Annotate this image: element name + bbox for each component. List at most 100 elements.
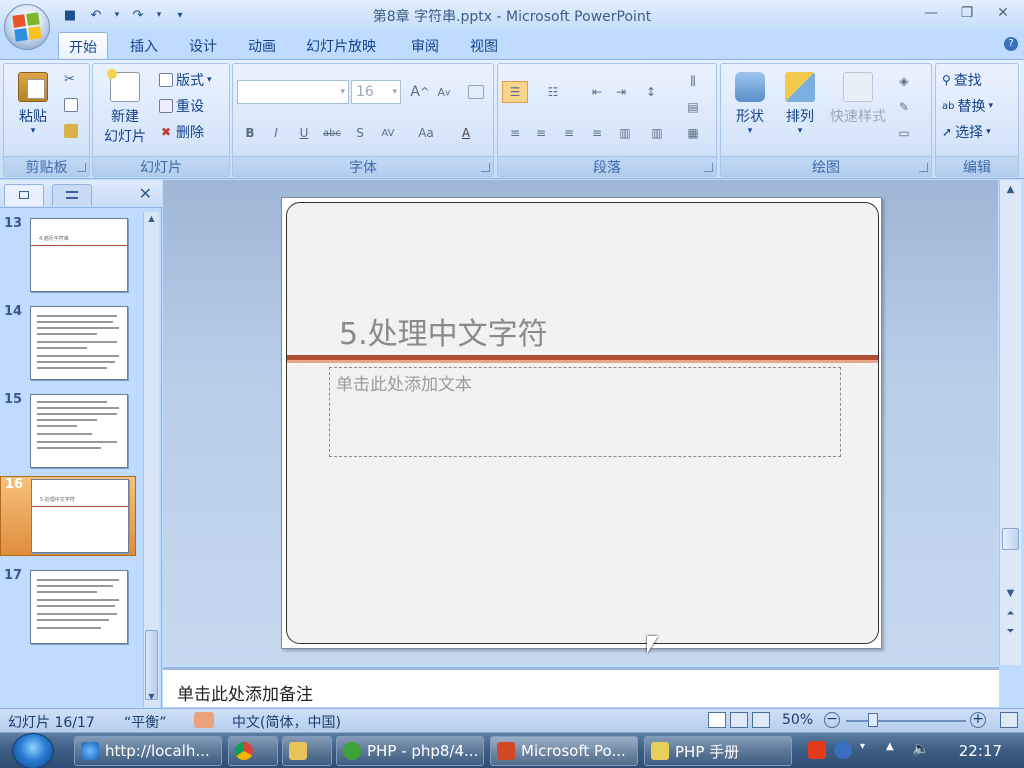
previous-slide-icon[interactable]: ⏶ [1002, 608, 1019, 624]
close-pane-icon[interactable]: ✕ [139, 184, 152, 203]
taskbar-item-php[interactable]: PHP - php8/4... [336, 736, 484, 766]
body-placeholder[interactable]: 单击此处添加文本 [329, 367, 841, 457]
align-text-button[interactable]: ▤ [682, 96, 704, 118]
paragraph-launcher-icon[interactable] [704, 163, 713, 172]
outline-tab[interactable] [52, 184, 92, 206]
paste-button[interactable]: 粘贴 ▾ [10, 72, 56, 136]
zoom-level[interactable]: 50% [782, 712, 813, 728]
find-button[interactable]: ⚲ 查找 [942, 70, 982, 90]
shadow-button[interactable]: S [349, 122, 371, 144]
notes-pane[interactable]: 单击此处添加备注 [163, 667, 999, 707]
zoom-slider-thumb[interactable] [868, 713, 878, 727]
align-left-button[interactable]: ≡ [504, 122, 526, 144]
volume-icon[interactable]: 🔈 [912, 741, 930, 759]
tab-animation[interactable]: 动画 [238, 32, 286, 60]
restore-button[interactable]: ❐ [952, 2, 982, 24]
slide-canvas[interactable]: 5.处理中文字符 单击此处添加文本 [281, 197, 882, 649]
decrease-indent-button[interactable]: ⇤ [586, 81, 608, 103]
text-direction-button[interactable]: ⫼ [682, 70, 704, 92]
align-right-button[interactable]: ≡ [558, 122, 580, 144]
shapes-button[interactable]: 形状 ▾ [727, 72, 773, 136]
tab-view[interactable]: 视图 [460, 32, 508, 60]
slide-thumbnail-16[interactable]: 16 5.处理中文字符 [0, 476, 136, 556]
shrink-font-button[interactable]: Av [433, 81, 455, 103]
select-button[interactable]: ➚ 选择 ▾ [942, 122, 991, 142]
slide-thumbnail-13[interactable]: 13 4.遍历字符串 [0, 216, 136, 300]
slideshow-view-icon[interactable] [752, 712, 770, 728]
clipboard-launcher-icon[interactable] [77, 163, 86, 172]
close-button[interactable]: ✕ [988, 2, 1018, 24]
font-launcher-icon[interactable] [481, 163, 490, 172]
next-slide-icon[interactable]: ⏷ [1002, 626, 1019, 642]
scroll-thumb[interactable] [1002, 528, 1019, 550]
slide-title[interactable]: 5.处理中文字符 [339, 309, 548, 353]
tab-home[interactable]: 开始 [58, 32, 108, 60]
strikethrough-button[interactable]: abc [321, 122, 343, 144]
thumbnail-scrollbar[interactable]: ▲ ▼ [143, 212, 159, 707]
taskbar-item-chrome[interactable] [228, 736, 278, 766]
distribute-button[interactable]: ▥ [614, 122, 636, 144]
tab-insert[interactable]: 插入 [120, 32, 168, 60]
taskbar-item-php-manual[interactable]: PHP 手册 [644, 736, 792, 766]
font-color-button[interactable]: A [455, 122, 477, 144]
drawing-launcher-icon[interactable] [919, 163, 928, 172]
help-tray-icon[interactable] [834, 741, 852, 759]
spellcheck-icon[interactable] [194, 712, 214, 728]
slide-thumbnail-14[interactable]: 14 [0, 304, 136, 388]
minimize-button[interactable]: — [916, 2, 946, 24]
tray-options-icon[interactable]: ▾ [860, 741, 870, 759]
clock[interactable]: 22:17 [959, 742, 1002, 760]
normal-view-icon[interactable] [708, 712, 726, 728]
font-size-combo[interactable]: 16 ▾ [351, 80, 401, 104]
taskbar-item-ie[interactable]: http://localh... [74, 736, 222, 766]
tab-design[interactable]: 设计 [179, 32, 227, 60]
clear-format-button[interactable] [465, 81, 487, 103]
new-slide-button[interactable]: 新建 幻灯片 [97, 69, 153, 146]
tab-review[interactable]: 审阅 [401, 32, 449, 60]
shape-outline-button[interactable]: ✎ [893, 96, 915, 118]
line-spacing-button[interactable]: ↕ [640, 81, 662, 103]
slides-tab[interactable] [4, 184, 44, 206]
zoom-slider-track[interactable] [846, 720, 966, 722]
shape-effects-button[interactable]: ▭ [893, 122, 915, 144]
grow-font-button[interactable]: A ^ [409, 81, 431, 103]
start-button[interactable] [12, 733, 54, 768]
slide-thumbnail-15[interactable]: 15 [0, 392, 136, 476]
cut-button[interactable]: ✂ [64, 72, 78, 87]
slide-scrollbar[interactable]: ▲ ▼ ⏶ ⏷ [999, 180, 1021, 665]
shape-fill-button[interactable]: ◈ [893, 70, 915, 92]
smartart-button[interactable]: ▦ [682, 122, 704, 144]
layout-button[interactable]: 版式 ▾ [159, 70, 212, 90]
slide-thumbnail-17[interactable]: 17 [0, 568, 136, 652]
taskbar-item-explorer[interactable] [282, 736, 332, 766]
underline-button[interactable]: U [293, 122, 315, 144]
font-name-combo[interactable]: ▾ [237, 80, 349, 104]
help-icon[interactable]: ? [1004, 37, 1018, 51]
quick-styles-button[interactable]: 快速样式 [825, 72, 891, 126]
taskbar-item-powerpoint[interactable]: Microsoft Po... [490, 736, 638, 766]
office-button[interactable] [4, 4, 50, 50]
scroll-thumb[interactable] [145, 630, 158, 700]
arrange-button[interactable]: 排列 ▾ [777, 72, 823, 136]
increase-indent-button[interactable]: ⇥ [610, 81, 632, 103]
zoom-in-icon[interactable]: + [970, 712, 986, 728]
numbering-button[interactable]: ☷ [542, 81, 564, 103]
bold-button[interactable]: B [239, 122, 261, 144]
copy-button[interactable] [64, 98, 78, 112]
char-spacing-button[interactable]: AV [377, 122, 399, 144]
zoom-out-icon[interactable]: − [824, 712, 840, 728]
tab-slideshow[interactable]: 幻灯片放映 [296, 32, 386, 60]
format-painter-button[interactable] [64, 124, 78, 138]
justify-button[interactable]: ≡ [586, 122, 608, 144]
replace-button[interactable]: ab 替换 ▾ [942, 96, 993, 116]
change-case-button[interactable]: Aa [415, 122, 437, 144]
align-center-button[interactable]: ≡ [530, 122, 552, 144]
reset-button[interactable]: 重设 [159, 96, 204, 116]
scroll-down-icon[interactable]: ▼ [145, 692, 158, 704]
slide-sorter-icon[interactable] [730, 712, 748, 728]
bullets-button[interactable]: ☰ [502, 81, 528, 103]
italic-button[interactable]: I [265, 122, 287, 144]
language-indicator[interactable]: 中文(简体，中国) [232, 712, 341, 732]
delete-slide-button[interactable]: ✖ 删除 [159, 122, 204, 142]
fit-to-window-icon[interactable] [1000, 712, 1018, 728]
